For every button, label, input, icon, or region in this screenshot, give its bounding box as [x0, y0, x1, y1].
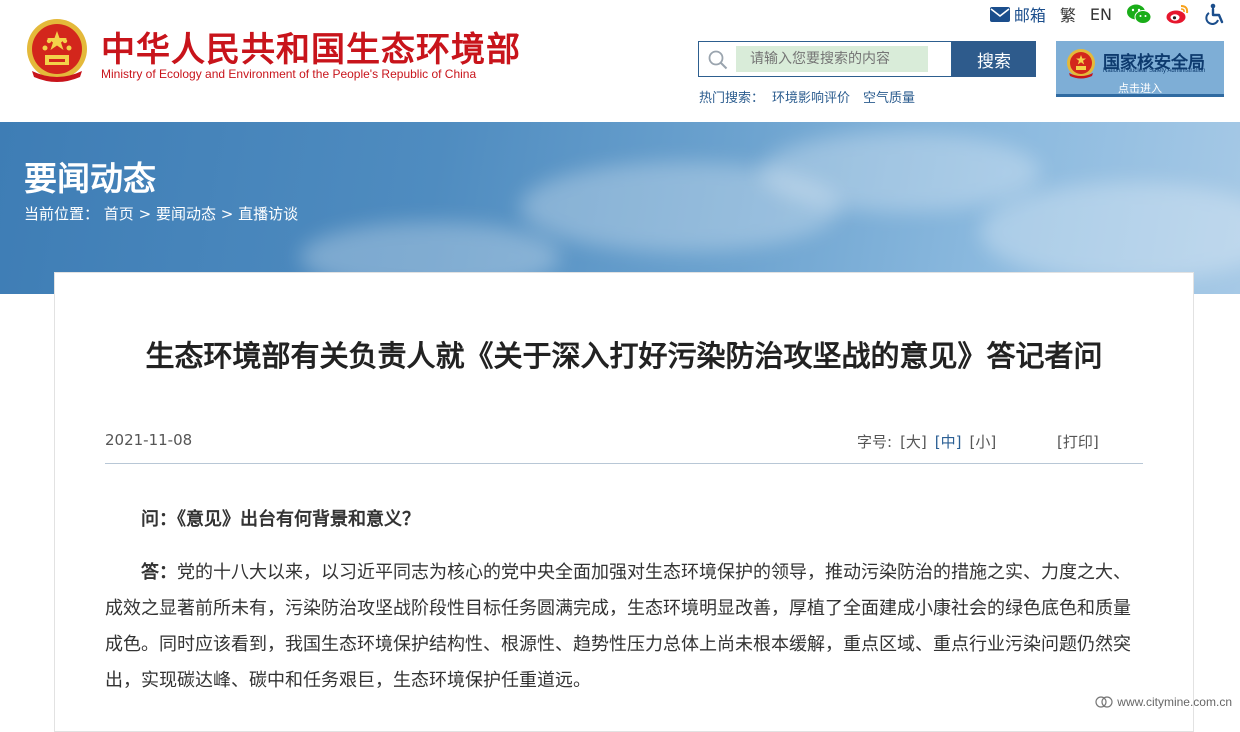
breadcrumb-separator: > [220, 205, 234, 223]
search-box [698, 41, 952, 77]
nsa-english: National Nuclear Safety Administration [1103, 68, 1206, 74]
search-button[interactable]: 搜索 [952, 41, 1036, 77]
search-bar: 搜索 [698, 41, 1036, 77]
top-links: 邮箱 繁 EN [989, 2, 1226, 26]
print-button[interactable]: [打印] [1057, 431, 1099, 452]
nsa-emblem-icon [1067, 49, 1095, 79]
article-card: 生态环境部有关负责人就《关于深入打好污染防治攻坚战的意见》答记者问 2021-1… [54, 272, 1194, 732]
article-date: 2021-11-08 [105, 431, 193, 449]
breadcrumb-label: 当前位置： [24, 205, 100, 223]
breadcrumb: 当前位置： 首页 > 要闻动态 > 直播访谈 [24, 203, 298, 224]
answer: 答：党的十八大以来，以习近平同志为核心的党中央全面加强对生态环境保护的领导，推动… [105, 555, 1145, 699]
national-emblem-icon[interactable] [24, 17, 90, 87]
mail-link[interactable]: 邮箱 [989, 2, 1046, 26]
breadcrumb-home[interactable]: 首页 [104, 205, 134, 223]
breadcrumb-interviews[interactable]: 直播访谈 [238, 205, 298, 223]
accessibility-icon[interactable] [1204, 3, 1226, 25]
watermark-text: www.citymine.com.cn [1117, 695, 1232, 709]
font-size-label: 字号: [857, 433, 893, 451]
hot-searches: 热门搜索： 环境影响评价 空气质量 [699, 87, 928, 106]
hot-search-item[interactable]: 环境影响评价 [772, 91, 850, 106]
site-subtitle: Ministry of Ecology and Environment of t… [101, 67, 477, 81]
answer-text: 党的十八大以来，以习近平同志为核心的党中央全面加强对生态环境保护的领导，推动污染… [105, 562, 1131, 691]
mail-label: 邮箱 [1013, 6, 1046, 25]
site-header: 中华人民共和国生态环境部 Ministry of Ecology and Env… [0, 0, 1240, 122]
font-size-large[interactable]: [大] [900, 431, 927, 452]
article-title: 生态环境部有关负责人就《关于深入打好污染防治攻坚战的意见》答记者问 [145, 339, 1103, 373]
nsa-enter: 点击进入 [1118, 82, 1162, 95]
search-input[interactable] [736, 46, 928, 72]
divider [105, 463, 1143, 464]
weibo-icon[interactable] [1166, 3, 1190, 25]
page-banner: 要闻动态 当前位置： 首页 > 要闻动态 > 直播访谈 [0, 122, 1240, 294]
answer-label: 答： [141, 562, 177, 583]
search-icon [708, 50, 728, 70]
font-size-medium[interactable]: [中] [935, 431, 962, 452]
wechat-icon[interactable] [1126, 3, 1152, 25]
hot-search-label: 热门搜索： [699, 91, 765, 106]
nuclear-safety-banner[interactable]: 国家核安全局 National Nuclear Safety Administr… [1056, 41, 1224, 97]
font-size-small[interactable]: [小] [970, 431, 997, 452]
font-size-controls: 字号: [大] [中] [小] [857, 431, 996, 452]
section-title: 要闻动态 [24, 159, 156, 198]
watermark: www.citymine.com.cn [1095, 695, 1232, 709]
breadcrumb-separator: > [138, 205, 152, 223]
english-link[interactable]: EN [1090, 5, 1112, 24]
breadcrumb-news[interactable]: 要闻动态 [156, 205, 216, 223]
question: 问：《意见》出台有何背景和意义？ [141, 509, 420, 530]
hot-search-item[interactable]: 空气质量 [863, 91, 915, 106]
watermark-logo-icon [1095, 696, 1113, 708]
mail-icon [989, 6, 1010, 22]
traditional-chinese-link[interactable]: 繁 [1060, 2, 1076, 26]
site-title[interactable]: 中华人民共和国生态环境部 [101, 22, 521, 71]
